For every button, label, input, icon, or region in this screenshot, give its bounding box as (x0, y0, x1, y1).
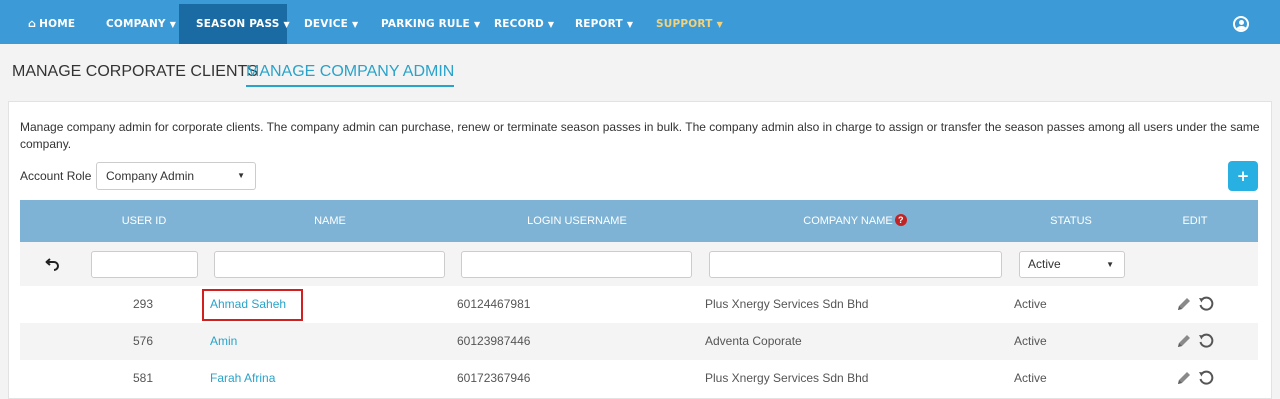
cell-user-id: 293 (133, 297, 154, 311)
cell-name-link[interactable]: Farah Afrina (210, 360, 275, 397)
reset-icon[interactable] (1198, 296, 1214, 312)
header-user-id[interactable]: USER ID (114, 200, 174, 242)
nav-report[interactable]: REPORT ▼ (562, 4, 646, 44)
header-company-name-label: COMPANY NAME (803, 215, 893, 227)
nav-record[interactable]: RECORD ▼ (481, 4, 567, 44)
nav-support[interactable]: SUPPORT ▼ (643, 4, 736, 44)
tab-manage-corporate-clients[interactable]: MANAGE CORPORATE CLIENTS (12, 63, 258, 81)
filter-status-value: Active (1028, 257, 1061, 271)
cell-status: Active (1014, 297, 1047, 311)
nav-season-pass[interactable]: SEASON PASS ▼ (179, 4, 290, 44)
caret-down-icon: ▼ (547, 20, 555, 29)
cell-company-name: Adventa Coporate (705, 334, 802, 348)
caret-down-icon: ▼ (169, 20, 177, 29)
cell-company-name: Plus Xnergy Services Sdn Bhd (705, 371, 869, 385)
filter-status-select[interactable]: Active ▼ (1019, 251, 1125, 278)
reset-icon[interactable] (1198, 370, 1214, 386)
caret-down-icon: ▼ (716, 20, 723, 29)
cell-status: Active (1014, 371, 1047, 385)
nav-company[interactable]: COMPANY ▼ (93, 4, 189, 44)
caret-down-icon: ▼ (626, 20, 634, 29)
header-company-name[interactable]: COMPANY NAME? (790, 200, 920, 242)
filter-user-id-input[interactable] (91, 251, 198, 278)
header-edit: EDIT (1182, 215, 1208, 227)
table-row: 576 Amin 60123987446 Adventa Coporate Ac… (20, 323, 1258, 360)
cell-name-link[interactable]: Amin (210, 323, 237, 360)
cell-login-username: 60124467981 (457, 297, 531, 311)
header-status[interactable]: STATUS (1031, 200, 1111, 242)
nav-parking-rule[interactable]: PARKING RULE ▼ (368, 4, 493, 44)
cell-user-id: 576 (133, 334, 154, 348)
home-icon: ⌂ (28, 17, 37, 30)
highlight-box (202, 289, 303, 321)
header-login-username[interactable]: LOGIN USERNAME (510, 200, 644, 242)
add-admin-button[interactable]: + (1228, 161, 1258, 191)
table-row: 581 Farah Afrina 60172367946 Plus Xnergy… (20, 360, 1258, 397)
account-role-value: Company Admin (106, 169, 195, 183)
cell-company-name: Plus Xnergy Services Sdn Bhd (705, 297, 869, 311)
caret-down-icon: ▼ (237, 171, 245, 180)
nav-home[interactable]: ⌂ HOME (16, 4, 87, 44)
pencil-icon[interactable] (1176, 333, 1192, 349)
cell-status: Active (1014, 334, 1047, 348)
account-role-select[interactable]: Company Admin ▼ (96, 162, 256, 190)
reset-icon[interactable] (1198, 333, 1214, 349)
caret-down-icon: ▼ (473, 20, 481, 29)
pencil-icon[interactable] (1176, 296, 1192, 312)
filter-company-name-input[interactable] (709, 251, 1002, 278)
undo-icon[interactable] (45, 255, 61, 271)
pencil-icon[interactable] (1176, 370, 1192, 386)
caret-down-icon: ▼ (283, 20, 290, 29)
cell-login-username: 60123987446 (457, 334, 531, 348)
nav-device[interactable]: DEVICE ▼ (291, 4, 371, 44)
filter-name-input[interactable] (214, 251, 445, 278)
help-icon[interactable]: ? (894, 214, 907, 227)
filter-login-username-input[interactable] (461, 251, 692, 278)
account-role-label: Account Role (20, 169, 92, 183)
page-description: Manage company admin for corporate clien… (20, 120, 1260, 151)
user-circle-icon[interactable] (1233, 16, 1249, 32)
user-head-shape (1239, 20, 1244, 25)
header-name[interactable]: NAME (290, 200, 370, 242)
caret-down-icon: ▼ (352, 20, 359, 29)
cell-user-id: 581 (133, 371, 154, 385)
cell-login-username: 60172367946 (457, 371, 531, 385)
tab-manage-company-admin[interactable]: MANAGE COMPANY ADMIN (246, 63, 455, 87)
caret-down-icon: ▼ (1106, 260, 1114, 269)
table-header: USER ID NAME LOGIN USERNAME COMPANY NAME… (20, 200, 1258, 242)
